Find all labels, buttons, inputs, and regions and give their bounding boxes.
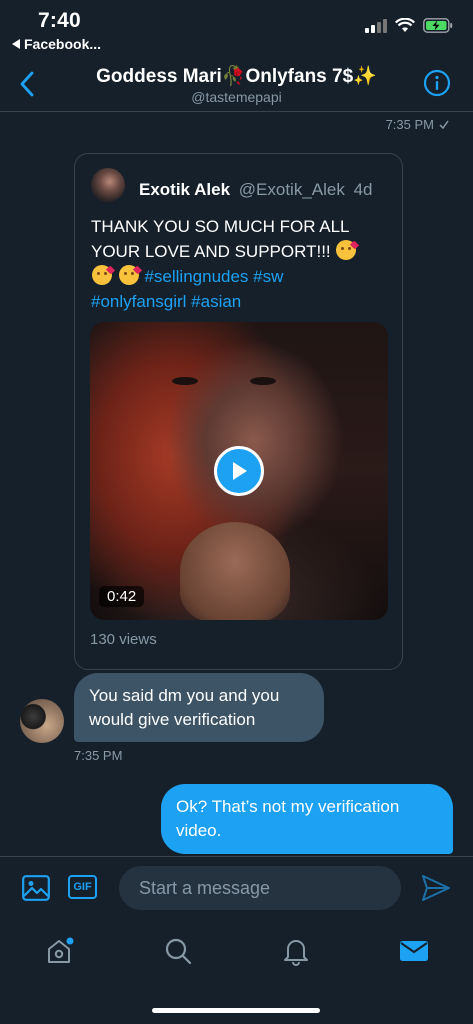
kiss-emoji-icon	[118, 265, 139, 285]
tweet-hashtags-line4[interactable]: #onlyfansgirl #asian	[91, 292, 241, 311]
send-button[interactable]	[421, 874, 451, 902]
wifi-icon	[395, 18, 415, 32]
message-composer: GIF	[0, 856, 473, 920]
tweet-age: 4d	[353, 180, 373, 199]
video-thumbnail-detail	[172, 377, 198, 385]
conversation-handle: @tastemepapi	[191, 89, 282, 105]
back-triangle-icon	[12, 39, 20, 49]
timestamp-label: 7:35 PM	[385, 117, 434, 132]
notifications-bell-icon	[284, 940, 308, 966]
kiss-emoji-icon	[336, 240, 357, 260]
checkmark-icon	[439, 120, 449, 129]
kiss-emoji-icon	[92, 265, 112, 285]
bottom-tab-bar	[0, 920, 473, 1024]
tab-notifications[interactable]	[279, 934, 313, 968]
video-thumbnail-detail	[250, 377, 276, 385]
cellular-signal-icon	[365, 18, 387, 33]
conversation-thread[interactable]: 7:35 PM Exotik Alek @Exotik_Alek 4d THAN…	[0, 112, 473, 856]
video-thumbnail-detail	[180, 522, 290, 620]
tab-home[interactable]	[43, 934, 77, 968]
status-icons	[365, 18, 453, 33]
battery-charging-icon	[423, 18, 453, 33]
video-views: 130 views	[90, 631, 157, 648]
tab-search[interactable]	[161, 934, 195, 968]
add-image-button[interactable]	[22, 875, 50, 901]
tweet-text: THANK YOU SO MUCH FOR ALL YOUR LOVE AND …	[91, 214, 395, 314]
received-message-bubble[interactable]: You said dm you and you would give verif…	[74, 673, 324, 742]
info-icon	[423, 69, 451, 97]
status-time: 7:40	[38, 9, 81, 32]
sender-avatar[interactable]	[20, 699, 64, 743]
add-gif-button[interactable]: GIF	[68, 875, 97, 899]
tweet-author-handle: @Exotik_Alek	[238, 180, 345, 199]
tweet-text-line2: YOUR LOVE AND SUPPORT!!!	[91, 242, 331, 261]
video-duration: 0:42	[99, 586, 145, 607]
conversation-title: Goddess Mari🥀Onlyfans 7$✨	[96, 66, 377, 87]
tweet-video[interactable]: 0:42	[90, 322, 388, 620]
send-icon	[422, 875, 450, 901]
tab-messages[interactable]	[397, 934, 431, 968]
message-input[interactable]	[119, 866, 401, 910]
status-bar: 7:40 Facebook...	[0, 0, 473, 56]
image-icon	[22, 875, 50, 901]
tweet-author-name[interactable]: Exotik Alek	[139, 180, 230, 199]
shared-tweet-card[interactable]: Exotik Alek @Exotik_Alek 4d THANK YOU SO…	[74, 153, 403, 670]
received-message-time: 7:35 PM	[74, 748, 123, 763]
tweet-hashtags-line3[interactable]: #sellingnudes #sw	[144, 267, 283, 286]
conversation-header: Goddess Mari🥀Onlyfans 7$✨ @tastemepapi	[0, 56, 473, 112]
info-button[interactable]	[423, 69, 451, 97]
sent-message-bubble[interactable]: Ok? That’s not my verification video.	[161, 784, 453, 854]
home-icon	[48, 937, 74, 963]
back-to-app-label: Facebook...	[24, 36, 102, 52]
gif-button-label: GIF	[73, 881, 92, 893]
home-indicator	[152, 1008, 320, 1013]
message-timestamp: 7:35 PM	[386, 117, 449, 132]
tweet-text-line1: THANK YOU SO MUCH FOR ALL	[91, 217, 350, 236]
back-to-app-link[interactable]: Facebook...	[12, 36, 101, 52]
search-icon	[165, 938, 192, 965]
play-button[interactable]	[214, 446, 264, 496]
messages-envelope-icon	[400, 941, 428, 961]
tweet-author-line: Exotik Alek @Exotik_Alek 4d	[139, 180, 373, 200]
play-icon	[233, 462, 247, 480]
tweet-author-avatar[interactable]	[91, 168, 125, 202]
